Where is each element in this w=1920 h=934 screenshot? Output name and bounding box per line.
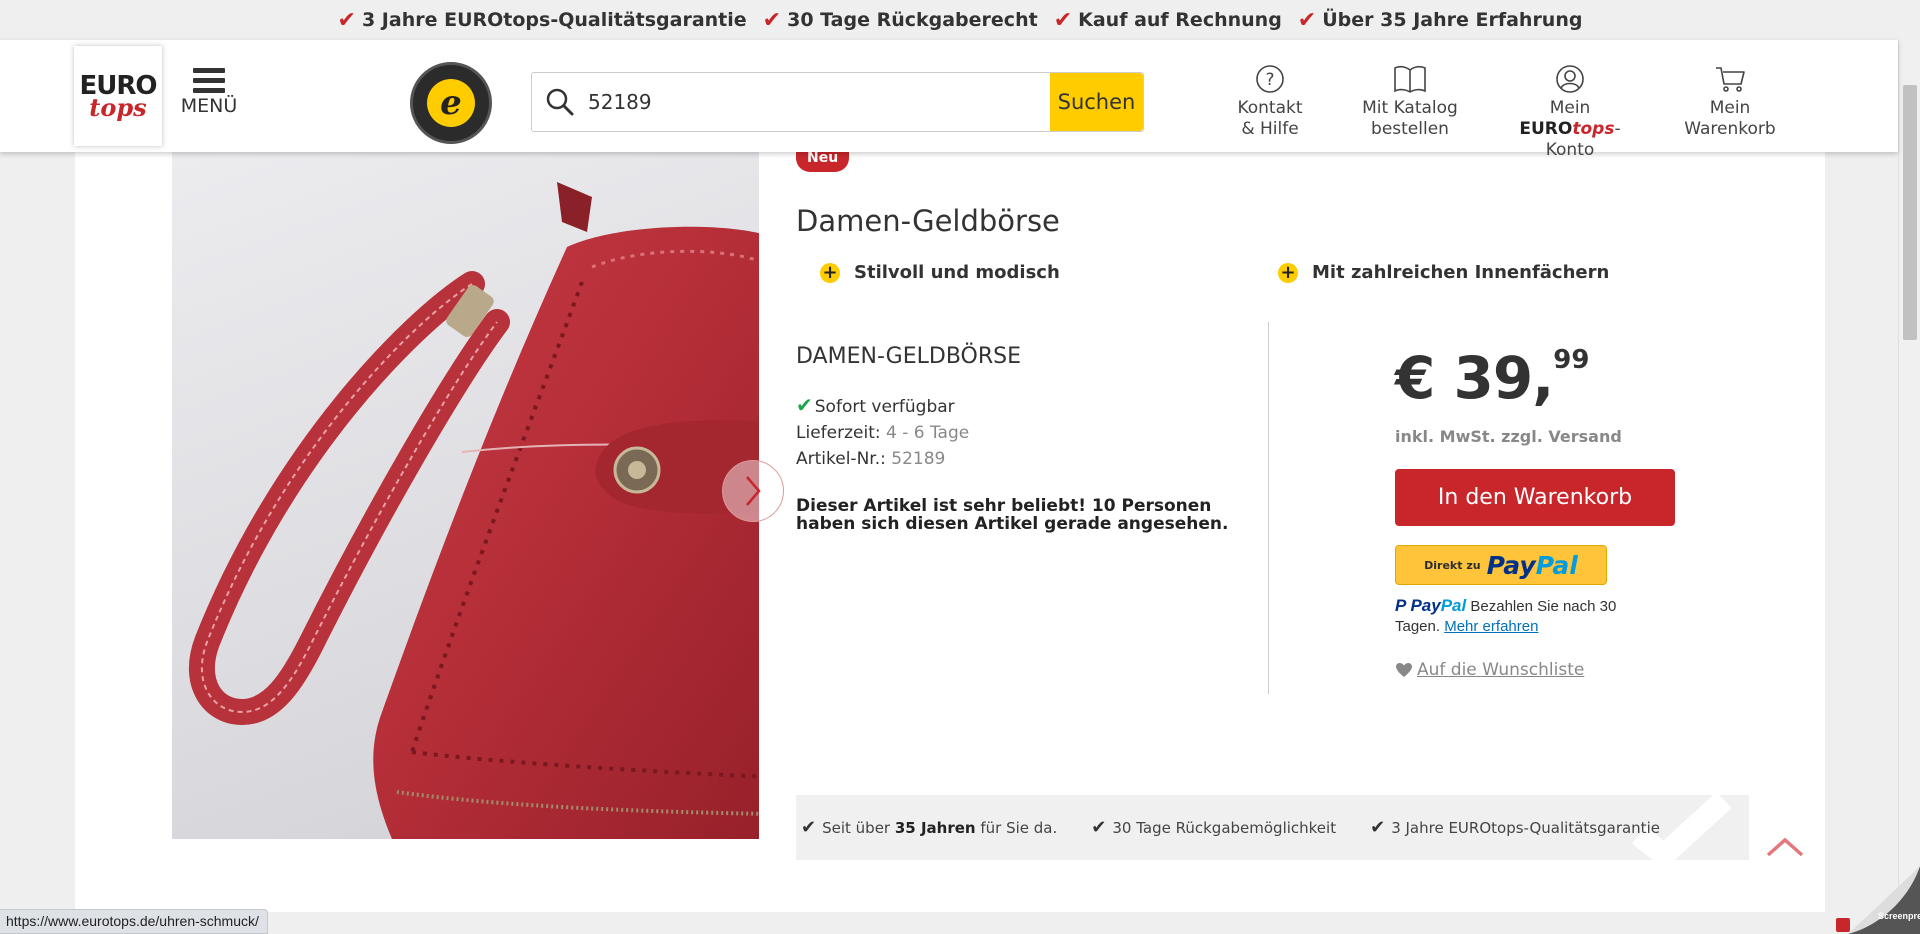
usp-item: ✔ 30 Tage Rückgabemöglichkeit — [1091, 817, 1337, 838]
feature-item: + Mit zahlreichen Innenfächern — [1278, 262, 1609, 283]
checkmark-icon: ✔ — [1053, 7, 1073, 33]
next-image-button[interactable] — [722, 460, 784, 522]
checkmark-icon: ✔ — [1370, 817, 1386, 838]
screenpresso-watermark: Screenpresso — [1818, 866, 1920, 934]
paypal-info: P PayPal Bezahlen Sie nach 30 Tagen. Meh… — [1395, 596, 1617, 635]
trust-bar: ✔ 3 Jahre EUROtops-Qualitätsgarantie ✔ 30 … — [0, 0, 1920, 40]
product-image[interactable] — [172, 152, 759, 839]
paypal-logo: PayPal — [1486, 550, 1578, 580]
shopping-cart-icon — [1680, 60, 1780, 94]
usp-item: ✔ Seit über 35 Jahren für Sie da. — [801, 817, 1058, 838]
svg-text:?: ? — [1265, 70, 1274, 90]
chevron-up-icon — [1766, 837, 1804, 857]
help-icon: ? — [1215, 60, 1325, 94]
usp-bar: ✔ Seit über 35 Jahren für Sie da. ✔ 30 Tag… — [796, 795, 1749, 860]
search-button[interactable]: Suchen — [1050, 73, 1143, 131]
checkmark-icon: ✔ — [337, 7, 356, 33]
divider — [1268, 322, 1269, 694]
trust-item: ✔ Kauf auf Rechnung — [1053, 7, 1282, 33]
heart-icon — [1396, 663, 1412, 677]
trust-item: ✔ 30 Tage Rückgaberecht — [762, 7, 1038, 33]
trust-item: ✔ 3 Jahre EUROtops-Qualitätsgarantie — [337, 7, 747, 33]
eurotops-logo[interactable]: EURO tops — [74, 46, 162, 146]
nav-account[interactable]: Mein EUROtops- Konto — [1500, 60, 1640, 161]
checkmark-icon: ✔ — [762, 7, 782, 33]
trusted-shops-seal[interactable]: e — [410, 62, 492, 144]
nav-cart[interactable]: Mein Warenkorb — [1680, 60, 1780, 140]
page-scrollbar[interactable] — [1898, 40, 1920, 934]
scroll-to-top-button[interactable] — [1765, 836, 1805, 862]
trust-item: ✔ Über 35 Jahre Erfahrung — [1297, 7, 1583, 33]
search-icon[interactable] — [532, 73, 588, 131]
paypal-button[interactable]: Direkt zu PayPal — [1395, 545, 1607, 585]
hamburger-icon — [193, 68, 225, 93]
checkmark-icon: ✔ — [1297, 7, 1317, 33]
wishlist-link[interactable]: Auf die Wunschliste — [1395, 660, 1584, 680]
svg-text:Screenpresso: Screenpresso — [1878, 911, 1920, 921]
chevron-right-icon — [746, 476, 761, 506]
nav-contact[interactable]: ? Kontakt & Hilfe — [1215, 60, 1325, 140]
checkmark-icon: ✔ — [796, 393, 813, 417]
add-to-cart-button[interactable]: In den Warenkorb — [1395, 469, 1675, 526]
browser-status-url: https://www.eurotops.de/uhren-schmuck/ — [0, 909, 268, 934]
product-subtitle: DAMEN-GELDBÖRSE — [796, 344, 1022, 369]
nav-catalog[interactable]: Mit Katalog bestellen — [1360, 60, 1460, 140]
popularity-notice: Dieser Artikel ist sehr beliebt! 10 Pers… — [796, 496, 1229, 534]
availability-info: ✔ Sofort verfügbar Lieferzeit: 4 - 6 Tage… — [796, 393, 970, 469]
plus-icon: + — [1278, 262, 1298, 283]
plus-icon: + — [820, 262, 840, 283]
paypal-more-link[interactable]: Mehr erfahren — [1444, 618, 1538, 635]
menu-button[interactable]: MENÜ — [178, 68, 240, 117]
product-title: Damen-Geldbörse — [796, 204, 1060, 238]
checkmark-icon: ✔ — [1091, 817, 1107, 838]
tax-info: inkl. MwSt. zzgl. Versand — [1395, 427, 1622, 446]
feature-item: + Stilvoll und modisch — [820, 262, 1060, 283]
book-icon — [1360, 60, 1460, 94]
site-header: EURO tops MENÜ e Suchen ? Kontakt & Hilf… — [0, 40, 1898, 160]
search-bar: Suchen — [531, 72, 1144, 132]
checkmark-icon: ✔ — [801, 817, 817, 838]
user-icon — [1500, 60, 1640, 94]
paypal-logo: P PayPal — [1395, 596, 1467, 615]
price: € 39,99 — [1395, 344, 1590, 412]
product-section: Neu Damen-Geldbörse + Stilvoll und modis… — [75, 144, 1825, 912]
usp-item: ✔ 3 Jahre EUROtops-Qualitätsgarantie — [1370, 817, 1660, 838]
search-input[interactable] — [588, 73, 1050, 131]
scrollbar-thumb[interactable] — [1903, 85, 1917, 340]
